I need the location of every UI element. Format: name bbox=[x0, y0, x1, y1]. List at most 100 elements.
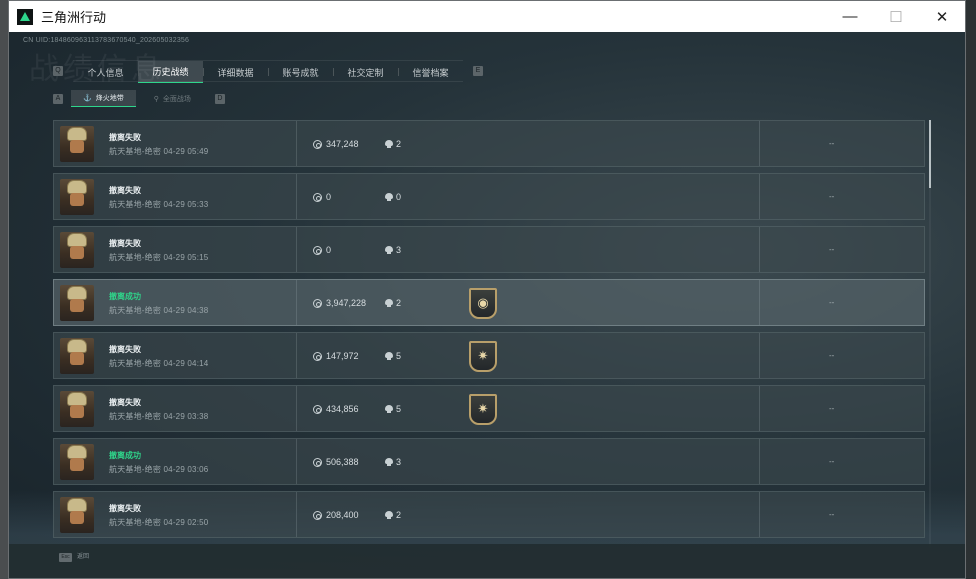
map-and-time: 航天基地-绝密 04-29 03:06 bbox=[109, 464, 208, 475]
map-and-time: 航天基地-绝密 04-29 05:33 bbox=[109, 199, 208, 210]
tab-3[interactable]: 账号成就 bbox=[268, 61, 333, 83]
column-divider bbox=[759, 386, 760, 431]
match-row[interactable]: 撤离失败 航天基地-绝密 04-29 05:33 0 0 -- bbox=[53, 173, 925, 220]
match-row[interactable]: 撤离失败 航天基地-绝密 04-29 05:49 347,248 2 -- bbox=[53, 120, 925, 167]
extracted-value: 208,400 bbox=[326, 510, 359, 520]
column-divider bbox=[759, 121, 760, 166]
map-and-time: 航天基地-绝密 04-29 04:14 bbox=[109, 358, 208, 369]
column-divider bbox=[296, 174, 297, 219]
match-time: 04-29 02:50 bbox=[163, 518, 209, 527]
extracted-value: 3,947,228 bbox=[326, 298, 367, 308]
main-tabs: Q 个人信息 历史战绩 详细数据 账号成就 社交定制 信誉档案 E bbox=[53, 60, 483, 83]
skull-icon bbox=[385, 352, 393, 361]
key-hint-q: Q bbox=[53, 66, 63, 76]
maximize-button[interactable]: ☐ bbox=[873, 1, 919, 32]
kill-count: 2 bbox=[396, 510, 402, 520]
match-row[interactable]: 撤离失败 航天基地-绝密 04-29 03:38 434,856 5 ✷ -- bbox=[53, 385, 925, 432]
extraction-result: 撤离失败 bbox=[109, 239, 141, 248]
match-row[interactable]: 撤离成功 航天基地-绝密 04-29 04:38 3,947,228 2 ◉ -- bbox=[53, 279, 925, 326]
operator-avatar bbox=[60, 444, 94, 480]
kill-count: 5 bbox=[396, 351, 402, 361]
sub-tabs: A ⚓ 烽火地带 ⚲ 全面战场 D bbox=[53, 90, 225, 107]
tab-5[interactable]: 信誉档案 bbox=[398, 61, 463, 83]
back-label[interactable]: 返回 bbox=[77, 553, 89, 562]
star-badge-icon: ✷ bbox=[469, 341, 497, 372]
scrollbar[interactable] bbox=[929, 120, 931, 548]
subtab-0[interactable]: ⚓ 烽火地带 bbox=[71, 90, 136, 107]
extraction-result: 撤离成功 bbox=[109, 451, 141, 460]
extracted-value: 506,388 bbox=[326, 457, 359, 467]
match-history-list[interactable]: 撤离失败 航天基地-绝密 04-29 02:50 208,400 2 -- 撤离成功 航天基… bbox=[53, 120, 931, 548]
extraction-result: 撤离成功 bbox=[109, 292, 141, 301]
map-and-time: 航天基地-绝密 04-29 04:38 bbox=[109, 305, 208, 316]
match-row[interactable]: 撤离成功 航天基地-绝密 04-29 03:06 506,388 3 -- bbox=[53, 438, 925, 485]
map-name: 航天基地-绝密 bbox=[109, 306, 162, 315]
match-row[interactable]: 撤离失败 航天基地-绝密 04-29 05:15 0 3 -- bbox=[53, 226, 925, 273]
kill-count: 2 bbox=[396, 139, 402, 149]
minimize-button[interactable]: — bbox=[827, 1, 873, 32]
match-time: 04-29 03:38 bbox=[163, 412, 209, 421]
subtab-label: 全面战场 bbox=[162, 95, 191, 103]
skull-icon bbox=[385, 405, 393, 414]
extracted-value: 147,972 bbox=[326, 351, 359, 361]
app-window: 三角洲行动 — ☐ ✕ CN UID:184860963113783670540… bbox=[8, 0, 966, 579]
extracted-value: 347,248 bbox=[326, 139, 359, 149]
column-divider bbox=[296, 333, 297, 378]
match-row[interactable]: 撤离失败 航天基地-绝密 04-29 04:14 147,972 5 ✷ -- bbox=[53, 332, 925, 379]
skull-icon bbox=[385, 299, 393, 308]
empty-value: -- bbox=[829, 510, 835, 519]
key-hint-a: A bbox=[53, 93, 63, 104]
column-divider bbox=[296, 386, 297, 431]
match-time: 04-29 04:38 bbox=[163, 306, 209, 315]
coin-icon bbox=[313, 458, 322, 467]
empty-value: -- bbox=[829, 139, 835, 148]
extracted-value: 0 bbox=[326, 245, 332, 255]
extracted-value: 0 bbox=[326, 192, 332, 202]
kill-count: 0 bbox=[396, 192, 402, 202]
close-button[interactable]: ✕ bbox=[919, 1, 965, 32]
scrollbar-thumb[interactable] bbox=[929, 120, 931, 189]
extraction-result: 撤离失败 bbox=[109, 345, 141, 354]
empty-value: -- bbox=[829, 404, 835, 413]
operator-avatar bbox=[60, 126, 94, 162]
column-divider bbox=[759, 227, 760, 272]
game-view: CN UID:184860963113783670540_20260503235… bbox=[9, 32, 965, 578]
operator-avatar bbox=[60, 232, 94, 268]
coin-icon bbox=[313, 299, 322, 308]
footer-bar: Esc 返回 bbox=[9, 544, 965, 578]
tab-4[interactable]: 社交定制 bbox=[333, 61, 398, 83]
match-row[interactable]: 撤离失败 航天基地-绝密 04-29 02:50 208,400 2 -- bbox=[53, 491, 925, 538]
operator-avatar bbox=[60, 285, 94, 321]
map-name: 航天基地-绝密 bbox=[109, 253, 162, 262]
extracted-value: 434,856 bbox=[326, 404, 359, 414]
warfare-icon: ⚲ bbox=[153, 95, 159, 103]
coin-icon bbox=[313, 193, 322, 202]
coin-icon bbox=[313, 405, 322, 414]
tab-2[interactable]: 详细数据 bbox=[203, 61, 268, 83]
skull-icon bbox=[385, 246, 393, 255]
map-name: 航天基地-绝密 bbox=[109, 147, 162, 156]
window-titlebar[interactable]: 三角洲行动 — ☐ ✕ bbox=[9, 1, 965, 32]
uid-label: CN UID:184860963113783670540_20260503235… bbox=[23, 37, 190, 44]
kill-count: 3 bbox=[396, 245, 402, 255]
key-hint-e: E bbox=[473, 66, 483, 76]
esc-key-hint[interactable]: Esc bbox=[59, 553, 72, 562]
tab-0[interactable]: 个人信息 bbox=[73, 61, 138, 83]
extraction-result: 撤离失败 bbox=[109, 186, 141, 195]
column-divider bbox=[759, 439, 760, 484]
match-time: 04-29 03:06 bbox=[163, 465, 209, 474]
star-badge-icon: ✷ bbox=[469, 394, 497, 425]
tab-1[interactable]: 历史战绩 bbox=[138, 61, 203, 83]
match-time: 04-29 05:49 bbox=[163, 147, 209, 156]
operator-avatar bbox=[60, 338, 94, 374]
map-name: 航天基地-绝密 bbox=[109, 465, 162, 474]
medal-icon: ◉ bbox=[469, 288, 497, 319]
operator-avatar bbox=[60, 391, 94, 427]
subtab-1[interactable]: ⚲ 全面战场 bbox=[142, 90, 203, 107]
kill-count: 2 bbox=[396, 298, 402, 308]
column-divider bbox=[759, 280, 760, 325]
map-and-time: 航天基地-绝密 04-29 03:38 bbox=[109, 411, 208, 422]
column-divider bbox=[296, 439, 297, 484]
app-logo-icon bbox=[17, 8, 33, 25]
match-time: 04-29 04:14 bbox=[163, 359, 209, 368]
